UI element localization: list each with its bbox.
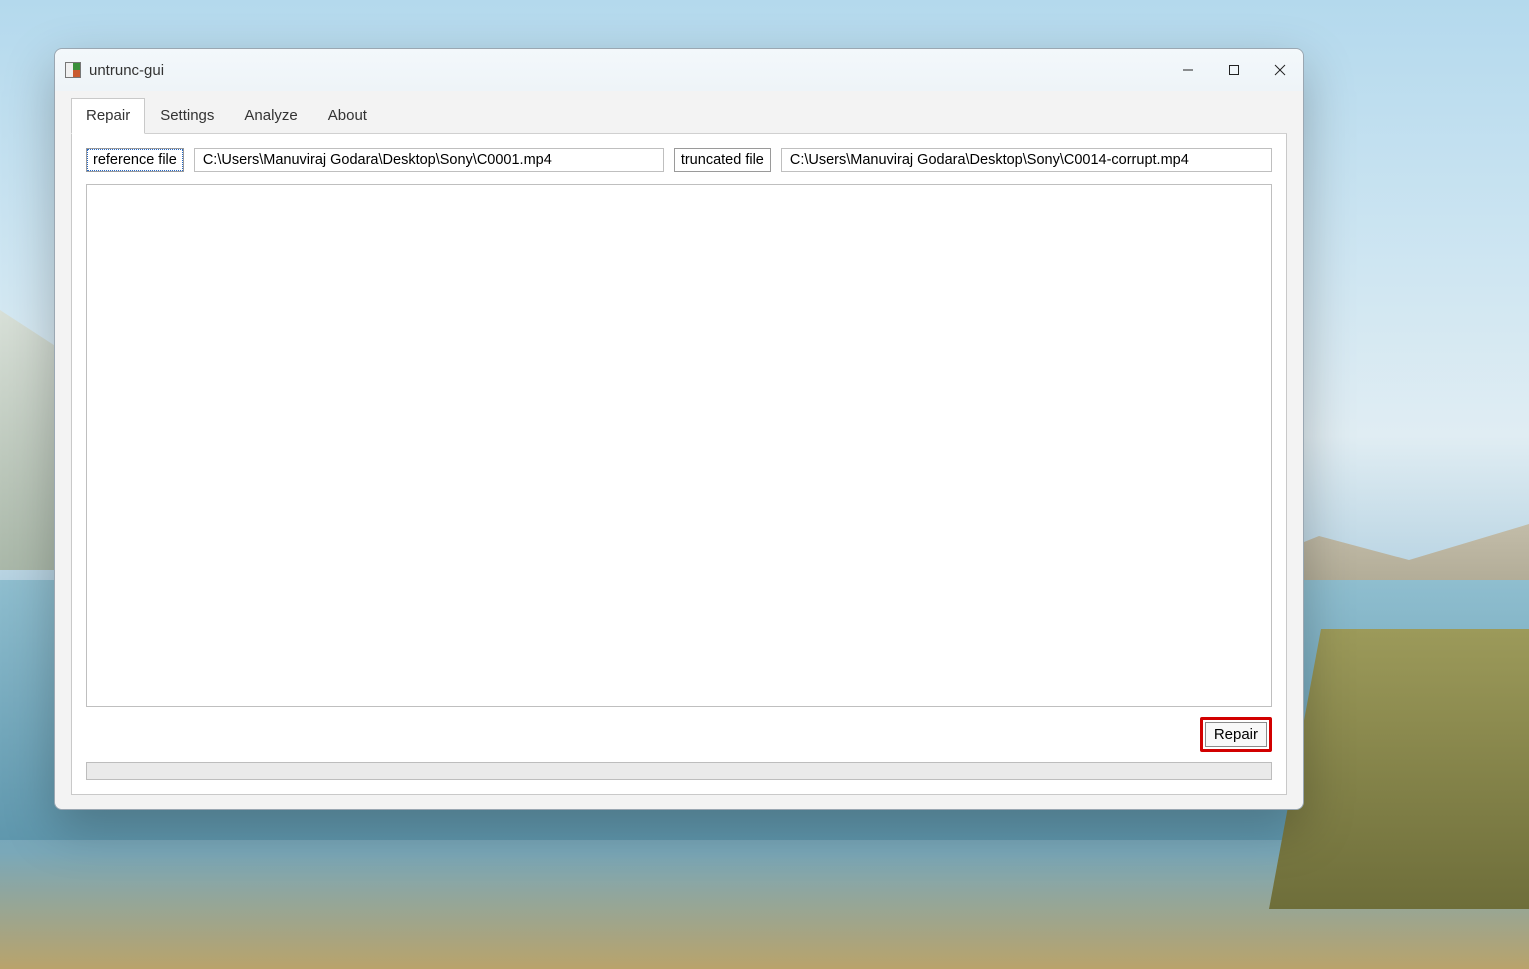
reference-file-button[interactable]: reference file — [86, 148, 184, 172]
close-button[interactable] — [1257, 49, 1303, 91]
window-controls — [1165, 49, 1303, 91]
maximize-button[interactable] — [1211, 49, 1257, 91]
tab-analyze[interactable]: Analyze — [229, 98, 312, 133]
tab-repair[interactable]: Repair — [71, 98, 145, 134]
reference-file-path[interactable] — [194, 148, 664, 172]
repair-panel: reference file truncated file Repair — [71, 134, 1287, 795]
tab-about[interactable]: About — [313, 98, 382, 133]
progress-bar — [86, 762, 1272, 780]
file-inputs-row: reference file truncated file — [86, 148, 1272, 172]
tab-bar: Repair Settings Analyze About — [71, 97, 1287, 134]
window-title: untrunc-gui — [89, 62, 164, 79]
action-row: Repair — [86, 717, 1272, 752]
annotation-highlight: Repair — [1200, 717, 1272, 752]
truncated-file-path[interactable] — [781, 148, 1272, 172]
close-icon — [1274, 64, 1286, 76]
desktop-wallpaper: untrunc-gui Repair Settings Analyze Abou… — [0, 0, 1529, 969]
log-output[interactable] — [86, 184, 1272, 707]
client-area: Repair Settings Analyze About reference … — [55, 91, 1303, 809]
app-icon — [65, 62, 81, 78]
tab-settings[interactable]: Settings — [145, 98, 229, 133]
app-window: untrunc-gui Repair Settings Analyze Abou… — [54, 48, 1304, 810]
repair-button[interactable]: Repair — [1205, 722, 1267, 747]
truncated-file-button[interactable]: truncated file — [674, 148, 771, 172]
minimize-button[interactable] — [1165, 49, 1211, 91]
minimize-icon — [1182, 64, 1194, 76]
titlebar[interactable]: untrunc-gui — [55, 49, 1303, 91]
maximize-icon — [1228, 64, 1240, 76]
